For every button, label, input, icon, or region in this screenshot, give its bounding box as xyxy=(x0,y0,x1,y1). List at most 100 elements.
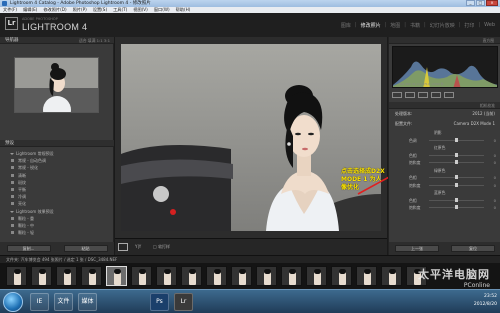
slider-value[interactable]: 0 xyxy=(494,205,496,210)
slider-label: 色相 xyxy=(409,175,417,180)
slider-knob[interactable] xyxy=(455,182,458,187)
navigator-header[interactable]: 导航器 适合 填满 1:1 3:1 xyxy=(0,37,114,44)
window-title-bar[interactable]: Lightroom 4 Catalog - Adobe Photoshop Li… xyxy=(0,0,500,7)
softproof-label: 软打样 xyxy=(158,244,171,249)
slider-label: 色相 xyxy=(409,197,417,203)
process-select[interactable]: 2012 (当前) xyxy=(472,111,495,117)
softproof-toggle[interactable]: □ 软打样 xyxy=(153,244,170,250)
module-separator: | xyxy=(354,22,357,28)
thumbnail-figure-hair xyxy=(39,269,46,274)
minimize-button[interactable]: _ xyxy=(466,0,475,6)
loupe-view-icon[interactable] xyxy=(118,243,128,251)
module-web[interactable]: Web xyxy=(481,22,498,29)
system-tray-clock[interactable]: 23:52 2012/8/20 xyxy=(457,293,497,311)
filmstrip-thumbnail[interactable] xyxy=(156,266,177,286)
filmstrip-thumbnail[interactable] xyxy=(306,266,327,286)
graduated-filter-icon[interactable] xyxy=(431,92,441,98)
group-title: 绿原色 xyxy=(389,167,500,175)
previous-button[interactable]: 上一张 xyxy=(395,245,439,252)
filmstrip-thumbnail[interactable] xyxy=(131,266,152,286)
preset-folder[interactable]: Lightroom 常规预设 xyxy=(10,150,114,157)
slider-row: 色相 0 xyxy=(389,197,500,205)
thumbnail-figure-hair xyxy=(214,269,221,274)
copy-settings-button[interactable]: 复制... xyxy=(6,245,51,252)
preset-item[interactable]: 颗粒 - 轻 xyxy=(10,229,114,236)
profile-select[interactable]: Camera D2X Mode 1 xyxy=(454,121,495,126)
preset-item[interactable]: 平衡 xyxy=(10,186,114,193)
preset-item[interactable]: 冷调 xyxy=(10,193,114,200)
filmstrip-thumbnail[interactable] xyxy=(281,266,302,286)
module-slideshow[interactable]: 幻灯片放映 xyxy=(427,22,458,29)
preset-item[interactable]: 颗粒 - 中 xyxy=(10,222,114,229)
module-book[interactable]: 书籍 xyxy=(407,22,423,29)
paste-settings-button[interactable]: 粘贴 xyxy=(63,245,108,252)
filmstrip-thumbnail[interactable] xyxy=(181,266,202,286)
reset-button[interactable]: 复位 xyxy=(451,245,495,252)
slider-knob[interactable] xyxy=(455,160,458,164)
histogram-graph: ISO 200 31 mm f/5.6 1/500 秒 xyxy=(393,61,497,87)
filmstrip-thumbnail[interactable] xyxy=(6,266,27,286)
module-develop[interactable]: 修改照片 xyxy=(358,22,384,29)
slider-value[interactable]: 0 xyxy=(494,138,496,143)
slider-value[interactable]: 0 xyxy=(494,198,496,203)
histogram-header[interactable]: 直方图 xyxy=(389,37,500,44)
module-map[interactable]: 地图 xyxy=(387,22,403,29)
preset-item[interactable]: 清晰 xyxy=(10,172,114,179)
preset-item[interactable]: 常规 - 自动色调 xyxy=(10,157,114,164)
calibration-title: 相机校准 xyxy=(479,103,495,108)
filmstrip-thumbnail[interactable] xyxy=(331,266,352,286)
preset-item[interactable]: 常规 - 锐化 xyxy=(10,164,114,171)
maximize-button[interactable]: □ xyxy=(476,0,485,6)
crop-tool-icon[interactable] xyxy=(392,92,402,98)
histogram[interactable]: ISO 200 31 mm f/5.6 1/500 秒 xyxy=(392,46,498,88)
preset-item[interactable]: 斑纹 xyxy=(10,179,114,186)
navigator-panel: 导航器 适合 填满 1:1 3:1 xyxy=(0,37,114,137)
navigator-preview[interactable] xyxy=(14,57,99,113)
filmstrip-thumbnail[interactable] xyxy=(31,266,52,286)
group-shadows-title: 阴影 xyxy=(434,130,442,135)
slider-value[interactable]: 0 xyxy=(494,183,496,188)
navigator-zoom-modes[interactable]: 适合 填满 1:1 3:1 xyxy=(79,37,110,44)
main-photo[interactable] xyxy=(121,44,381,231)
filmstrip-thumbnail[interactable] xyxy=(106,266,127,286)
presets-header[interactable]: 预设 xyxy=(0,140,114,147)
filmstrip-thumbnail[interactable] xyxy=(231,266,252,286)
adjustment-brush-icon[interactable] xyxy=(444,92,454,98)
slider-row: 饱和度 0 xyxy=(389,182,500,190)
slider-knob[interactable] xyxy=(455,205,458,209)
image-view xyxy=(115,37,387,238)
ie-icon[interactable]: IE xyxy=(30,293,49,311)
filmstrip-thumbnail[interactable] xyxy=(256,266,277,286)
filmstrip-thumbnail[interactable] xyxy=(56,266,77,286)
filmstrip-thumbnail[interactable] xyxy=(356,266,377,286)
slider-row: 色相 0 xyxy=(389,174,500,182)
lightroom-taskbar-icon[interactable]: Lr xyxy=(174,293,193,311)
start-button[interactable] xyxy=(3,292,23,312)
filmstrip-thumbnail[interactable] xyxy=(381,266,402,286)
thumbnail-figure-hair xyxy=(89,269,96,274)
explorer-icon[interactable]: 文件 xyxy=(54,293,73,311)
filmstrip-thumbnail[interactable] xyxy=(206,266,227,286)
group-title: 阴影 xyxy=(389,129,500,137)
preset-item[interactable]: 颗粒 - 重 xyxy=(10,215,114,222)
media-player-icon[interactable]: 媒体 xyxy=(78,293,97,311)
slider-knob[interactable] xyxy=(455,175,458,179)
filmstrip-thumbnail[interactable] xyxy=(81,266,102,286)
close-button[interactable]: × xyxy=(486,0,498,6)
slider-value[interactable]: 0 xyxy=(494,153,496,158)
module-library[interactable]: 图库 xyxy=(338,22,354,29)
module-print[interactable]: 打印 xyxy=(461,22,477,29)
before-after-icon[interactable]: Y|Y xyxy=(135,244,141,249)
spot-removal-icon[interactable] xyxy=(405,92,415,98)
photoshop-icon[interactable]: Ps xyxy=(150,293,169,311)
slider-value[interactable]: 0 xyxy=(494,175,496,180)
filmstrip-info[interactable]: 文件夹: 汽车博览会 494 张照片 / 选定 1 张 / DSC_3484.N… xyxy=(6,257,117,262)
slider-value[interactable]: 0 xyxy=(494,160,496,165)
slider-knob[interactable] xyxy=(455,197,458,202)
red-eye-icon[interactable] xyxy=(418,92,428,98)
preset-folder[interactable]: Lightroom 效果预设 xyxy=(10,208,114,215)
slider-knob[interactable] xyxy=(455,137,458,142)
slider-knob[interactable] xyxy=(455,152,458,157)
calibration-header[interactable]: 相机校准 xyxy=(389,102,500,109)
preset-item[interactable]: 亮化 xyxy=(10,200,114,207)
